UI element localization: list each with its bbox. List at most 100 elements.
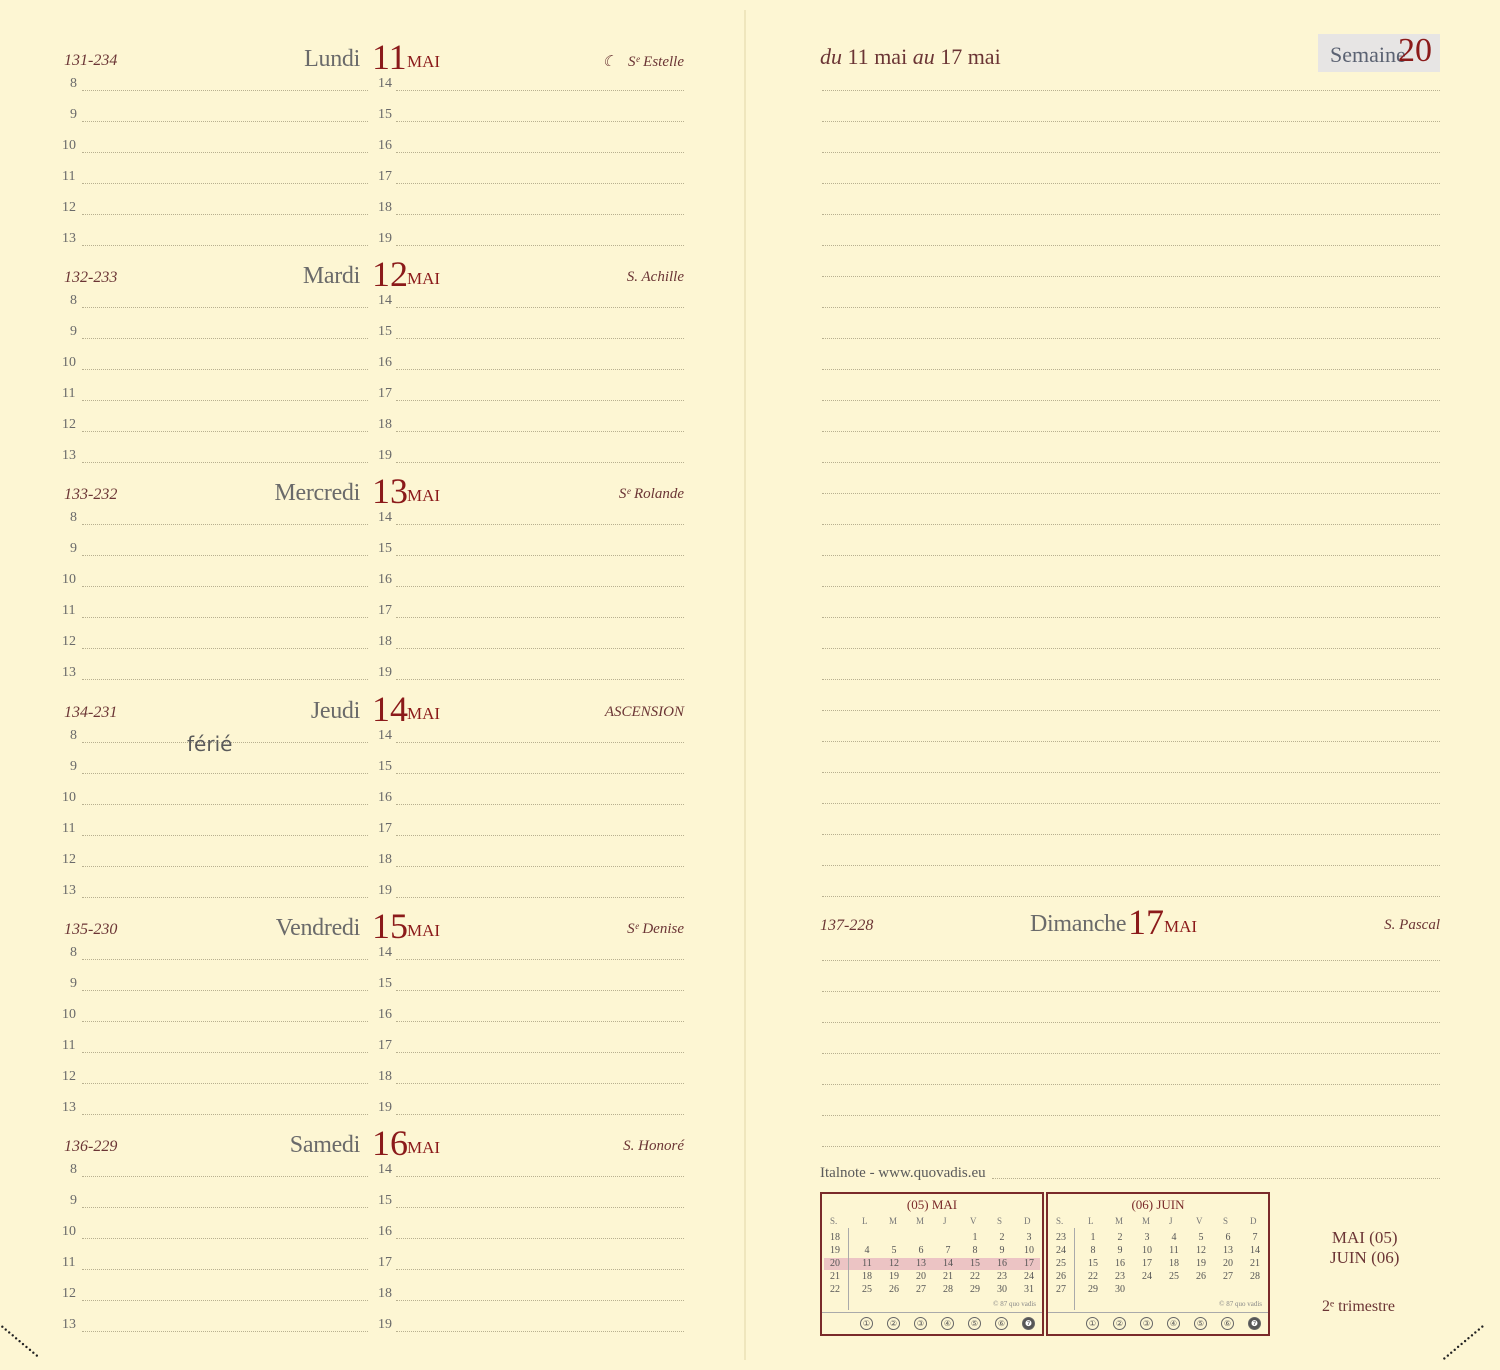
hour-line-morning[interactable] xyxy=(82,90,368,91)
hour-line-afternoon[interactable] xyxy=(396,555,684,556)
hour-line-afternoon[interactable] xyxy=(396,152,684,153)
hour-line-morning[interactable] xyxy=(82,214,368,215)
hour-line-morning[interactable] xyxy=(82,400,368,401)
hour-line-afternoon[interactable] xyxy=(396,897,684,898)
hour-line-afternoon[interactable] xyxy=(396,1083,684,1084)
hour-line-morning[interactable] xyxy=(82,959,368,960)
hour-line-morning[interactable] xyxy=(82,1083,368,1084)
hour-line-morning[interactable] xyxy=(82,245,368,246)
sunday-note-line[interactable] xyxy=(822,1146,1440,1147)
hour-line-morning[interactable] xyxy=(82,338,368,339)
hour-line-morning[interactable] xyxy=(82,1176,368,1177)
hour-line-afternoon[interactable] xyxy=(396,959,684,960)
hour-line-morning[interactable] xyxy=(82,679,368,680)
hour-line-morning[interactable] xyxy=(82,1269,368,1270)
hour-line-afternoon[interactable] xyxy=(396,1238,684,1239)
note-line[interactable] xyxy=(822,896,1440,897)
hour-line-afternoon[interactable] xyxy=(396,1176,684,1177)
note-line[interactable] xyxy=(822,338,1440,339)
hour-line-afternoon[interactable] xyxy=(396,1207,684,1208)
hour-line-afternoon[interactable] xyxy=(396,1114,684,1115)
hour-line-afternoon[interactable] xyxy=(396,586,684,587)
hour-line-morning[interactable] xyxy=(82,617,368,618)
hour-line-afternoon[interactable] xyxy=(396,648,684,649)
hour-line-afternoon[interactable] xyxy=(396,121,684,122)
note-line[interactable] xyxy=(822,369,1440,370)
note-line[interactable] xyxy=(822,121,1440,122)
note-line[interactable] xyxy=(822,710,1440,711)
hour-line-afternoon[interactable] xyxy=(396,1331,684,1332)
note-line[interactable] xyxy=(822,648,1440,649)
hour-line-afternoon[interactable] xyxy=(396,804,684,805)
hour-line-afternoon[interactable] xyxy=(396,462,684,463)
hour-line-morning[interactable] xyxy=(82,183,368,184)
hour-line-afternoon[interactable] xyxy=(396,183,684,184)
hour-line-afternoon[interactable] xyxy=(396,369,684,370)
hour-line-morning[interactable] xyxy=(82,1238,368,1239)
note-line[interactable] xyxy=(822,772,1440,773)
note-line[interactable] xyxy=(822,152,1440,153)
note-line[interactable] xyxy=(822,586,1440,587)
sunday-note-line[interactable] xyxy=(822,991,1440,992)
hour-line-morning[interactable] xyxy=(82,990,368,991)
note-line[interactable] xyxy=(822,617,1440,618)
hour-line-afternoon[interactable] xyxy=(396,866,684,867)
hour-line-afternoon[interactable] xyxy=(396,1021,684,1022)
hour-line-afternoon[interactable] xyxy=(396,90,684,91)
hour-line-morning[interactable] xyxy=(82,1052,368,1053)
hour-line-afternoon[interactable] xyxy=(396,742,684,743)
hour-line-morning[interactable] xyxy=(82,152,368,153)
hour-line-morning[interactable] xyxy=(82,648,368,649)
hour-line-morning[interactable] xyxy=(82,1300,368,1301)
hour-line-afternoon[interactable] xyxy=(396,679,684,680)
hour-line-morning[interactable] xyxy=(82,835,368,836)
note-line[interactable] xyxy=(822,400,1440,401)
hour-line-afternoon[interactable] xyxy=(396,1269,684,1270)
hour-line-morning[interactable] xyxy=(82,1114,368,1115)
note-line[interactable] xyxy=(822,90,1440,91)
note-line[interactable] xyxy=(822,462,1440,463)
hour-line-morning[interactable] xyxy=(82,369,368,370)
hour-line-afternoon[interactable] xyxy=(396,835,684,836)
note-line[interactable] xyxy=(822,214,1440,215)
hour-line-morning[interactable] xyxy=(82,307,368,308)
sunday-note-line[interactable] xyxy=(822,1053,1440,1054)
hour-line-afternoon[interactable] xyxy=(396,617,684,618)
sunday-note-line[interactable] xyxy=(822,1084,1440,1085)
hour-line-afternoon[interactable] xyxy=(396,214,684,215)
sunday-note-line[interactable] xyxy=(822,1022,1440,1023)
note-line[interactable] xyxy=(822,741,1440,742)
hour-line-morning[interactable] xyxy=(82,804,368,805)
hour-line-morning[interactable] xyxy=(82,431,368,432)
note-line[interactable] xyxy=(822,245,1440,246)
note-line[interactable] xyxy=(822,431,1440,432)
note-line[interactable] xyxy=(822,183,1440,184)
note-line[interactable] xyxy=(822,834,1440,835)
hour-line-afternoon[interactable] xyxy=(396,431,684,432)
hour-line-morning[interactable] xyxy=(82,866,368,867)
hour-line-morning[interactable] xyxy=(82,897,368,898)
hour-line-morning[interactable] xyxy=(82,462,368,463)
note-line[interactable] xyxy=(822,803,1440,804)
hour-line-afternoon[interactable] xyxy=(396,338,684,339)
hour-line-afternoon[interactable] xyxy=(396,1052,684,1053)
hour-line-afternoon[interactable] xyxy=(396,245,684,246)
note-line[interactable] xyxy=(822,307,1440,308)
hour-line-morning[interactable] xyxy=(82,555,368,556)
note-line[interactable] xyxy=(822,679,1440,680)
hour-line-morning[interactable] xyxy=(82,773,368,774)
hour-line-morning[interactable] xyxy=(82,586,368,587)
note-line[interactable] xyxy=(822,493,1440,494)
sunday-note-line[interactable] xyxy=(822,1115,1440,1116)
note-line[interactable] xyxy=(822,276,1440,277)
sunday-note-line[interactable] xyxy=(822,960,1440,961)
hour-line-afternoon[interactable] xyxy=(396,990,684,991)
hour-line-afternoon[interactable] xyxy=(396,307,684,308)
hour-line-morning[interactable] xyxy=(82,1331,368,1332)
hour-line-afternoon[interactable] xyxy=(396,524,684,525)
note-line[interactable] xyxy=(822,555,1440,556)
hour-line-afternoon[interactable] xyxy=(396,1300,684,1301)
note-line[interactable] xyxy=(822,524,1440,525)
hour-line-morning[interactable] xyxy=(82,121,368,122)
hour-line-morning[interactable] xyxy=(82,1021,368,1022)
